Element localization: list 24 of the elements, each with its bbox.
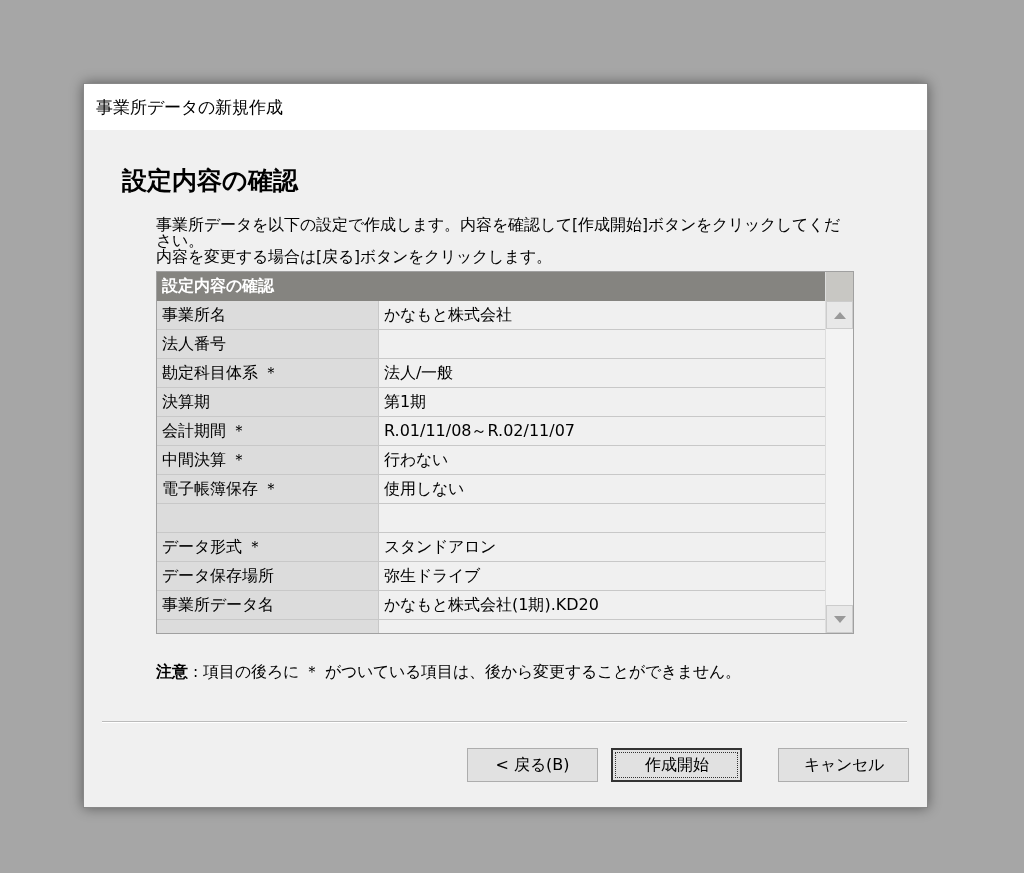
note-text: 注意 : 項目の後ろに ＊ がついている項目は、後から変更することができません。 — [156, 662, 742, 683]
instruction-text: 内容を変更する場合は[戻る]ボタンをクリックします。 — [156, 249, 554, 265]
label-cell: 事業所データ名 — [157, 591, 379, 619]
label-cell: 中間決算 ＊ — [157, 446, 379, 474]
dialog-button[interactable]: キャンセル — [778, 748, 909, 782]
scroll-down-button[interactable] — [826, 605, 853, 633]
window-title: 事業所データの新規作成 — [84, 84, 927, 130]
scroll-up-button[interactable] — [826, 301, 853, 329]
label-cell: 勘定科目体系 ＊ — [157, 359, 379, 387]
page-heading: 設定内容の確認 — [122, 165, 300, 197]
dialog-button[interactable]: 作成開始 — [611, 748, 742, 782]
label-cell: 事業所名 — [157, 301, 379, 329]
label-cell: データ保存場所 — [157, 562, 379, 590]
dialog-button[interactable]: < 戻る(B) — [467, 748, 598, 782]
scrollbar-corner — [826, 272, 853, 301]
up-arrow-icon — [833, 311, 846, 319]
table-header: 設定内容の確認 — [157, 272, 825, 301]
down-arrow-icon — [833, 615, 846, 623]
label-cell: 決算期 — [157, 388, 379, 416]
label-cell: 法人番号 — [157, 330, 379, 358]
label-cell: 会計期間 ＊ — [157, 417, 379, 445]
label-cell: データ形式 ＊ — [157, 533, 379, 561]
instruction-text: 事業所データを以下の設定で作成します。内容を確認して[作成開始]ボタンをクリックしてください。 — [156, 217, 842, 249]
label-cell: 電子帳簿保存 ＊ — [157, 475, 379, 503]
